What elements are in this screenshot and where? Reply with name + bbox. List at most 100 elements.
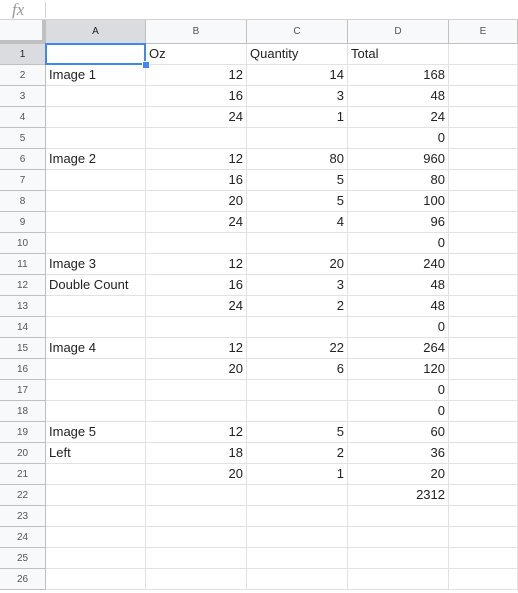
cell-a26[interactable] bbox=[46, 569, 146, 590]
cell-c9[interactable]: 4 bbox=[247, 212, 348, 233]
cell-b1[interactable]: Oz bbox=[146, 44, 247, 65]
cell-a10[interactable] bbox=[46, 233, 146, 254]
cell-e15[interactable] bbox=[449, 338, 518, 359]
cell-b2[interactable]: 12 bbox=[146, 65, 247, 86]
cell-c8[interactable]: 5 bbox=[247, 191, 348, 212]
cell-b3[interactable]: 16 bbox=[146, 86, 247, 107]
cell-a9[interactable] bbox=[46, 212, 146, 233]
cell-e12[interactable] bbox=[449, 275, 518, 296]
cell-e22[interactable] bbox=[449, 485, 518, 506]
formula-input[interactable] bbox=[50, 2, 510, 18]
cell-e16[interactable] bbox=[449, 359, 518, 380]
select-all-corner[interactable] bbox=[0, 20, 46, 44]
cell-e10[interactable] bbox=[449, 233, 518, 254]
row-header-12[interactable]: 12 bbox=[0, 275, 46, 296]
cell-a14[interactable] bbox=[46, 317, 146, 338]
cell-c4[interactable]: 1 bbox=[247, 107, 348, 128]
cell-a15[interactable]: Image 4 bbox=[46, 338, 146, 359]
cell-a2[interactable]: Image 1 bbox=[46, 65, 146, 86]
cell-d23[interactable] bbox=[348, 506, 449, 527]
cell-d18[interactable]: 0 bbox=[348, 401, 449, 422]
cell-e1[interactable] bbox=[449, 44, 518, 65]
cell-d24[interactable] bbox=[348, 527, 449, 548]
cell-a13[interactable] bbox=[46, 296, 146, 317]
cell-e9[interactable] bbox=[449, 212, 518, 233]
cell-c25[interactable] bbox=[247, 548, 348, 569]
cell-d12[interactable]: 48 bbox=[348, 275, 449, 296]
cell-b10[interactable] bbox=[146, 233, 247, 254]
cell-b25[interactable] bbox=[146, 548, 247, 569]
cell-d13[interactable]: 48 bbox=[348, 296, 449, 317]
cell-c5[interactable] bbox=[247, 128, 348, 149]
row-header-21[interactable]: 21 bbox=[0, 464, 46, 485]
cell-a25[interactable] bbox=[46, 548, 146, 569]
cell-e23[interactable] bbox=[449, 506, 518, 527]
row-header-4[interactable]: 4 bbox=[0, 107, 46, 128]
cell-d19[interactable]: 60 bbox=[348, 422, 449, 443]
cell-e18[interactable] bbox=[449, 401, 518, 422]
cell-a17[interactable] bbox=[46, 380, 146, 401]
row-header-6[interactable]: 6 bbox=[0, 149, 46, 170]
cell-b16[interactable]: 20 bbox=[146, 359, 247, 380]
row-header-1[interactable]: 1 bbox=[0, 44, 46, 65]
cell-c16[interactable]: 6 bbox=[247, 359, 348, 380]
cell-a1[interactable] bbox=[46, 44, 146, 65]
row-header-25[interactable]: 25 bbox=[0, 548, 46, 569]
cell-c15[interactable]: 22 bbox=[247, 338, 348, 359]
cell-b4[interactable]: 24 bbox=[146, 107, 247, 128]
row-header-3[interactable]: 3 bbox=[0, 86, 46, 107]
cell-e8[interactable] bbox=[449, 191, 518, 212]
cell-d7[interactable]: 80 bbox=[348, 170, 449, 191]
row-header-20[interactable]: 20 bbox=[0, 443, 46, 464]
cell-e13[interactable] bbox=[449, 296, 518, 317]
row-header-18[interactable]: 18 bbox=[0, 401, 46, 422]
cell-b14[interactable] bbox=[146, 317, 247, 338]
cell-a3[interactable] bbox=[46, 86, 146, 107]
cell-b6[interactable]: 12 bbox=[146, 149, 247, 170]
cell-d20[interactable]: 36 bbox=[348, 443, 449, 464]
cell-a24[interactable] bbox=[46, 527, 146, 548]
cell-c23[interactable] bbox=[247, 506, 348, 527]
cell-e17[interactable] bbox=[449, 380, 518, 401]
cell-d10[interactable]: 0 bbox=[348, 233, 449, 254]
cell-d1[interactable]: Total bbox=[348, 44, 449, 65]
cell-c26[interactable] bbox=[247, 569, 348, 590]
cell-a21[interactable] bbox=[46, 464, 146, 485]
cell-b26[interactable] bbox=[146, 569, 247, 590]
cell-c19[interactable]: 5 bbox=[247, 422, 348, 443]
cell-c24[interactable] bbox=[247, 527, 348, 548]
cell-e4[interactable] bbox=[449, 107, 518, 128]
fill-handle[interactable] bbox=[142, 61, 150, 69]
cell-d9[interactable]: 96 bbox=[348, 212, 449, 233]
cell-e25[interactable] bbox=[449, 548, 518, 569]
cell-b7[interactable]: 16 bbox=[146, 170, 247, 191]
column-header-b[interactable]: B bbox=[146, 20, 247, 44]
cell-b15[interactable]: 12 bbox=[146, 338, 247, 359]
cell-c13[interactable]: 2 bbox=[247, 296, 348, 317]
column-header-a[interactable]: A bbox=[46, 20, 146, 44]
column-header-e[interactable]: E bbox=[449, 20, 518, 44]
cell-a22[interactable] bbox=[46, 485, 146, 506]
cell-a7[interactable] bbox=[46, 170, 146, 191]
cell-a11[interactable]: Image 3 bbox=[46, 254, 146, 275]
cell-a12[interactable]: Double Count bbox=[46, 275, 146, 296]
cell-c7[interactable]: 5 bbox=[247, 170, 348, 191]
cell-d11[interactable]: 240 bbox=[348, 254, 449, 275]
row-header-22[interactable]: 22 bbox=[0, 485, 46, 506]
cell-a8[interactable] bbox=[46, 191, 146, 212]
cell-b18[interactable] bbox=[146, 401, 247, 422]
cell-d3[interactable]: 48 bbox=[348, 86, 449, 107]
column-header-d[interactable]: D bbox=[348, 20, 449, 44]
row-header-9[interactable]: 9 bbox=[0, 212, 46, 233]
cell-b11[interactable]: 12 bbox=[146, 254, 247, 275]
cell-b23[interactable] bbox=[146, 506, 247, 527]
row-header-5[interactable]: 5 bbox=[0, 128, 46, 149]
cell-b13[interactable]: 24 bbox=[146, 296, 247, 317]
cell-b8[interactable]: 20 bbox=[146, 191, 247, 212]
row-header-15[interactable]: 15 bbox=[0, 338, 46, 359]
row-header-13[interactable]: 13 bbox=[0, 296, 46, 317]
cell-c10[interactable] bbox=[247, 233, 348, 254]
row-header-14[interactable]: 14 bbox=[0, 317, 46, 338]
cell-d4[interactable]: 24 bbox=[348, 107, 449, 128]
column-header-c[interactable]: C bbox=[247, 20, 348, 44]
